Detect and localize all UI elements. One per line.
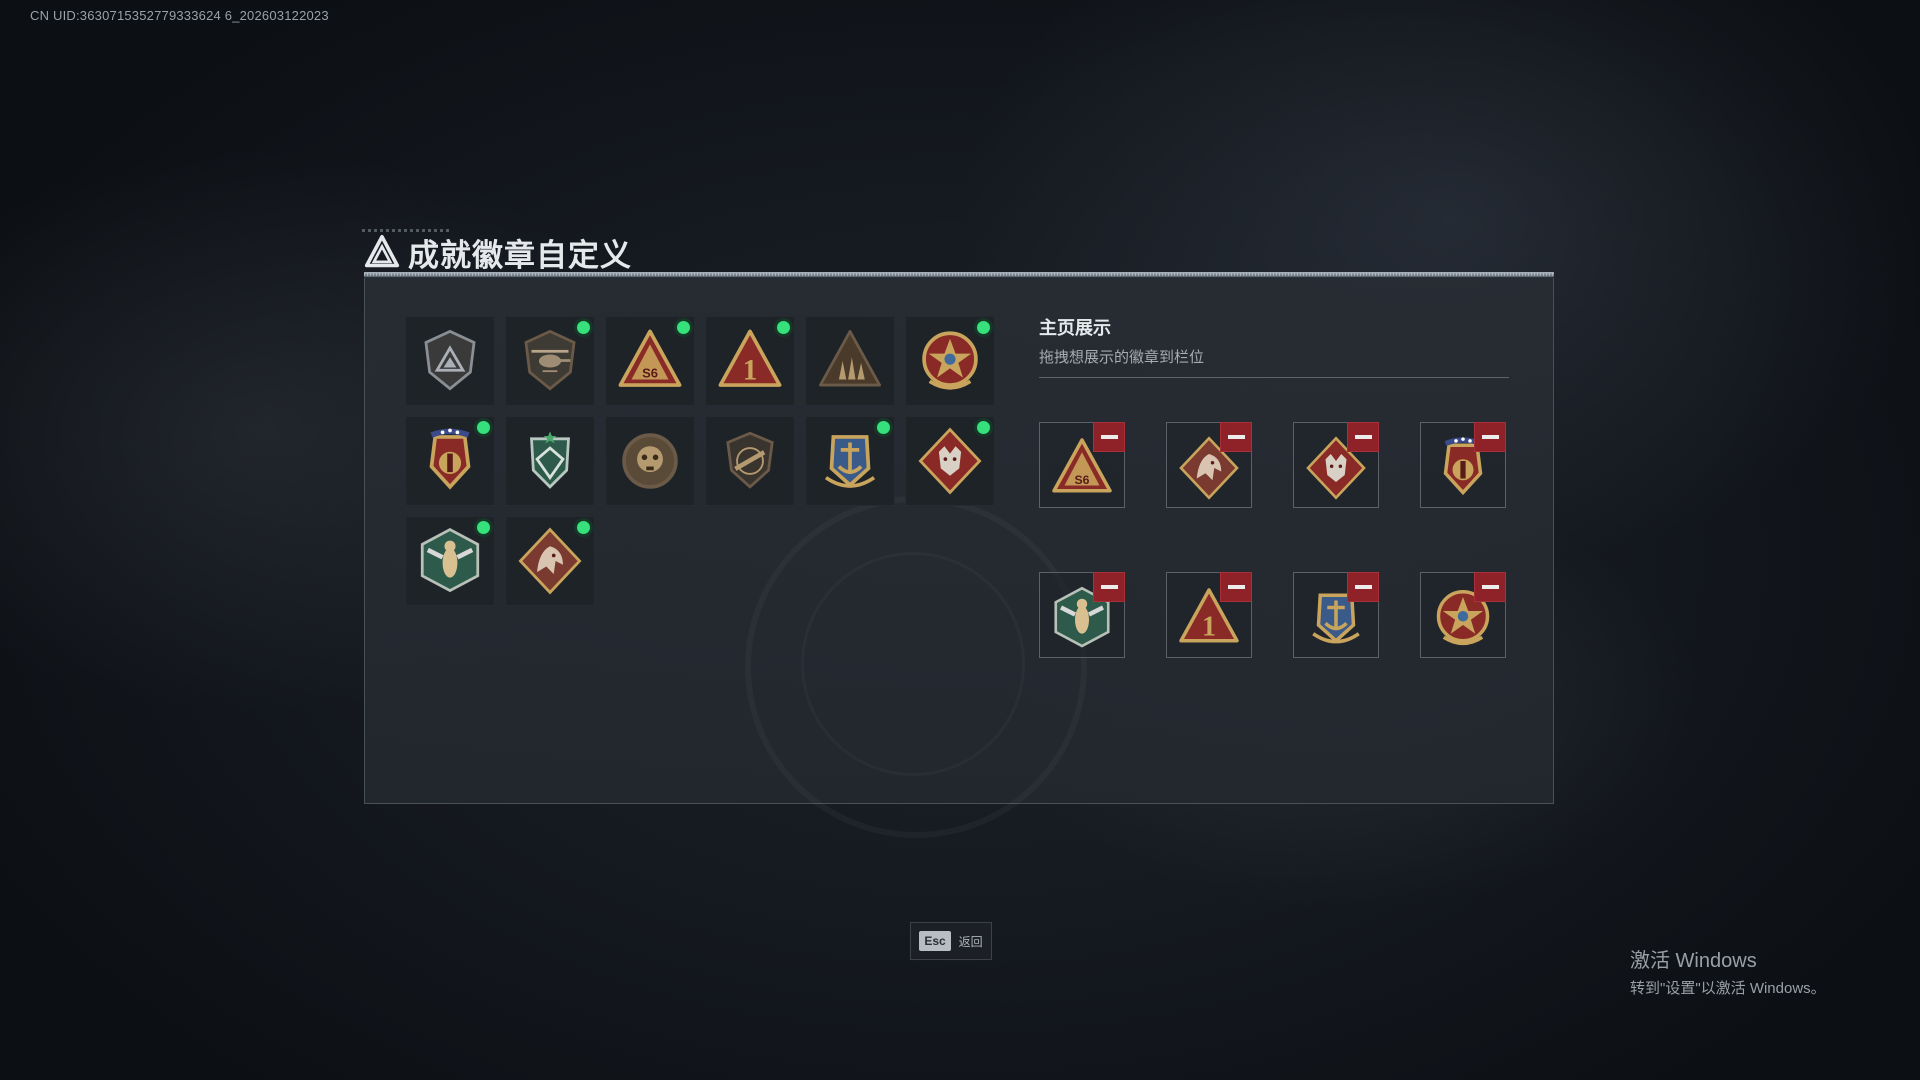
helicopter-badge-icon bbox=[524, 329, 576, 391]
remove-badge-button[interactable] bbox=[1093, 572, 1125, 602]
badge-slot[interactable] bbox=[705, 416, 795, 506]
hornet-hexagon-badge-icon bbox=[420, 527, 480, 593]
rifle-shield-badge-icon bbox=[726, 431, 774, 489]
showcase-slot[interactable] bbox=[1420, 572, 1506, 658]
badge-customization-panel: S6 1 主页展示 拖拽想展示的徽章到栏位 S6 1 bbox=[364, 272, 1554, 804]
badge-slot[interactable] bbox=[505, 316, 595, 406]
svg-text:S6: S6 bbox=[642, 366, 658, 381]
minus-icon bbox=[1481, 435, 1499, 439]
homepage-showcase: 主页展示 拖拽想展示的徽章到栏位 S6 1 bbox=[1039, 314, 1509, 658]
remove-badge-button[interactable] bbox=[1347, 422, 1379, 452]
s6-triangle-badge-icon: S6 bbox=[618, 329, 682, 387]
remove-badge-button[interactable] bbox=[1474, 572, 1506, 602]
anchor-wreath-badge-icon bbox=[824, 435, 876, 488]
panel-top-bar bbox=[364, 272, 1554, 278]
new-indicator-dot bbox=[477, 421, 490, 434]
page-title: 成就徽章自定义 bbox=[408, 237, 632, 273]
remove-badge-button[interactable] bbox=[1093, 422, 1125, 452]
badge-slot[interactable] bbox=[805, 316, 895, 406]
remove-badge-button[interactable] bbox=[1474, 422, 1506, 452]
badge-slot[interactable] bbox=[905, 316, 995, 406]
minus-icon bbox=[1354, 585, 1372, 589]
remove-badge-button[interactable] bbox=[1220, 422, 1252, 452]
badge-slot[interactable]: 1 bbox=[705, 316, 795, 406]
showcase-subtitle: 拖拽想展示的徽章到栏位 bbox=[1039, 349, 1205, 366]
page-header: 成就徽章自定义 bbox=[364, 232, 632, 273]
bronze-skull-medallion-icon bbox=[622, 433, 678, 489]
badge-slot[interactable] bbox=[505, 516, 595, 606]
number-one-triangle-badge-icon: 1 bbox=[718, 329, 782, 387]
showcase-title: 主页展示 bbox=[1039, 318, 1111, 338]
showcase-slot[interactable] bbox=[1039, 572, 1125, 658]
showcase-slot[interactable]: S6 bbox=[1039, 422, 1125, 508]
minus-icon bbox=[1227, 435, 1245, 439]
windows-activation-watermark: 激活 Windows 转到"设置"以激活 Windows。 bbox=[1630, 944, 1826, 998]
delta-triangle-logo-icon bbox=[364, 234, 400, 268]
showcase-slot[interactable] bbox=[1166, 422, 1252, 508]
svg-text:1: 1 bbox=[1202, 612, 1216, 643]
badge-collection-grid: S6 1 bbox=[405, 316, 995, 606]
badge-slot[interactable] bbox=[505, 416, 595, 506]
dragon-diamond-badge-icon bbox=[518, 527, 582, 595]
esc-key-icon: Esc bbox=[919, 931, 951, 951]
shield-triangle-badge-icon bbox=[424, 329, 476, 391]
soldiers-triangle-badge-icon bbox=[819, 330, 881, 387]
green-shield-star-badge-icon bbox=[530, 431, 570, 489]
badge-slot[interactable] bbox=[805, 416, 895, 506]
badge-slot[interactable]: S6 bbox=[605, 316, 695, 406]
back-button[interactable]: Esc 返回 bbox=[910, 922, 992, 960]
minus-icon bbox=[1354, 435, 1372, 439]
new-indicator-dot bbox=[977, 421, 990, 434]
minus-icon bbox=[1481, 585, 1499, 589]
activation-hint: 转到"设置"以激活 Windows。 bbox=[1630, 980, 1826, 997]
badge-slot[interactable] bbox=[905, 416, 995, 506]
showcase-slot[interactable]: 1 bbox=[1166, 572, 1252, 658]
minus-icon bbox=[1100, 435, 1118, 439]
new-indicator-dot bbox=[677, 321, 690, 334]
badge-slot[interactable] bbox=[605, 416, 695, 506]
badge-slot[interactable] bbox=[405, 316, 495, 406]
new-indicator-dot bbox=[577, 521, 590, 534]
uid-label: CN UID:3630715352779333624 6_20260312202… bbox=[30, 8, 329, 23]
new-indicator-dot bbox=[577, 321, 590, 334]
showcase-slot[interactable] bbox=[1420, 422, 1506, 508]
activation-title: 激活 Windows bbox=[1630, 950, 1757, 972]
showcase-slots: S6 1 bbox=[1039, 422, 1506, 658]
badge-slot[interactable] bbox=[405, 416, 495, 506]
new-indicator-dot bbox=[477, 521, 490, 534]
showcase-slot[interactable] bbox=[1293, 572, 1379, 658]
crest-wings-medal-icon bbox=[429, 428, 471, 490]
showcase-divider bbox=[1039, 377, 1509, 378]
new-indicator-dot bbox=[977, 321, 990, 334]
svg-text:1: 1 bbox=[743, 355, 758, 387]
showcase-slot[interactable] bbox=[1293, 422, 1379, 508]
remove-badge-button[interactable] bbox=[1220, 572, 1252, 602]
minus-icon bbox=[1227, 585, 1245, 589]
back-label: 返回 bbox=[958, 934, 983, 949]
new-indicator-dot bbox=[777, 321, 790, 334]
star-wreath-medal-icon bbox=[922, 331, 978, 390]
remove-badge-button[interactable] bbox=[1347, 572, 1379, 602]
wolf-diamond-badge-icon bbox=[918, 427, 982, 495]
minus-icon bbox=[1100, 585, 1118, 589]
new-indicator-dot bbox=[877, 421, 890, 434]
badge-slot[interactable] bbox=[405, 516, 495, 606]
svg-text:S6: S6 bbox=[1075, 473, 1090, 487]
